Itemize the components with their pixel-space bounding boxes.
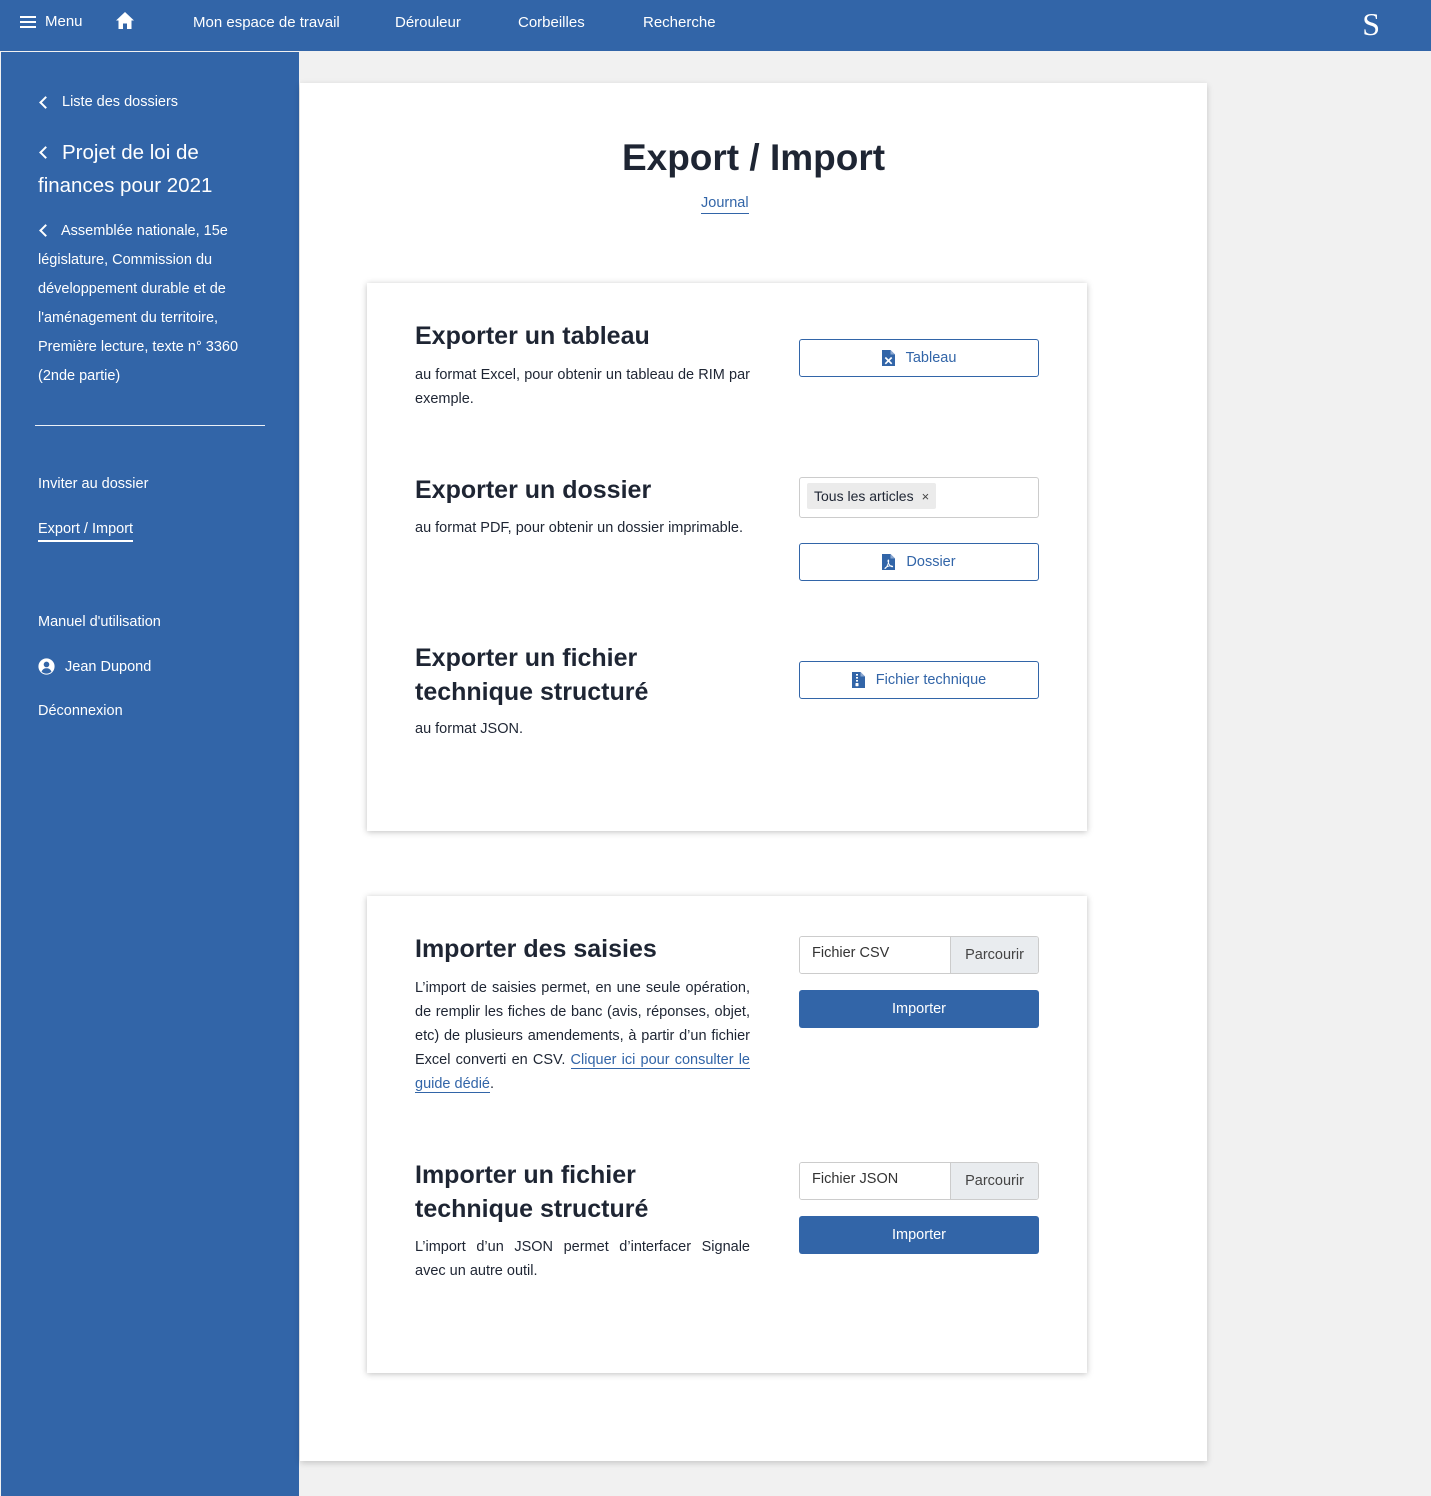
back-to-list-link[interactable]: Liste des dossiers bbox=[38, 94, 178, 110]
export-tech-text: au format JSON. bbox=[415, 721, 523, 737]
export-table-title: Exporter un tableau bbox=[415, 322, 650, 350]
chevron-left-icon bbox=[39, 145, 52, 159]
export-tech-title: Exporter un fichier technique structuré bbox=[415, 644, 649, 706]
articles-select[interactable]: Tous les articles × bbox=[799, 477, 1039, 518]
home-icon[interactable] bbox=[115, 11, 135, 31]
export-dossier-title: Exporter un dossier bbox=[415, 476, 652, 504]
file-pdf-icon bbox=[882, 554, 896, 570]
nav-derouleur[interactable]: Dérouleur bbox=[395, 14, 461, 31]
nav-mon-espace[interactable]: Mon espace de travail bbox=[193, 14, 340, 31]
import-saisies-text: L’import de saisies permet, en une seule… bbox=[415, 976, 750, 1096]
nav-recherche[interactable]: Recherche bbox=[643, 14, 716, 31]
main-content: Export / Import Journal Exporter un tabl… bbox=[300, 83, 1207, 1461]
chevron-left-icon bbox=[39, 95, 52, 109]
logout-link[interactable]: Déconnexion bbox=[38, 703, 123, 719]
chevron-left-icon bbox=[39, 223, 52, 237]
manual-link[interactable]: Manuel d'utilisation bbox=[38, 614, 161, 630]
export-table-button-label: Tableau bbox=[905, 350, 957, 366]
export-dossier-button-label: Dossier bbox=[906, 554, 956, 570]
top-navbar: Menu Mon espace de travail Dérouleur Cor… bbox=[0, 0, 1431, 51]
file-excel-icon bbox=[881, 350, 895, 366]
hamburger-icon bbox=[20, 15, 36, 28]
export-table-text: au format Excel, pour obtenir un tableau… bbox=[415, 367, 750, 407]
export-panel: Exporter un tableau au format Excel, pou… bbox=[367, 283, 1087, 831]
dossier-title-link[interactable]: Projet de loi de finances pour 2021 bbox=[38, 136, 268, 202]
import-tech-text: L’import d’un JSON permet d’interfacer S… bbox=[415, 1239, 750, 1279]
journal-link[interactable]: Journal bbox=[701, 195, 749, 214]
csv-browse-button[interactable]: Parcourir bbox=[950, 937, 1038, 973]
user-name: Jean Dupond bbox=[65, 658, 152, 675]
invite-link[interactable]: Inviter au dossier bbox=[38, 476, 148, 492]
dossier-title: Projet de loi de finances pour 2021 bbox=[38, 141, 213, 197]
import-tech-title: Importer un fichier technique structuré bbox=[415, 1161, 649, 1223]
csv-file-placeholder[interactable]: Fichier CSV bbox=[800, 937, 950, 973]
import-panel: Importer des saisies L’import de saisies… bbox=[367, 896, 1087, 1373]
user-circle-icon bbox=[38, 658, 55, 675]
export-import-link[interactable]: Export / Import bbox=[38, 521, 134, 542]
import-saisies-button[interactable]: Importer bbox=[799, 990, 1039, 1028]
chip-remove-icon[interactable]: × bbox=[922, 489, 930, 504]
import-saisies-title: Importer des saisies bbox=[415, 935, 657, 963]
menu-label: Menu bbox=[45, 13, 83, 30]
page-title: Export / Import bbox=[621, 137, 886, 178]
app-logo[interactable]: S bbox=[1362, 6, 1380, 42]
import-tech-button[interactable]: Importer bbox=[799, 1216, 1039, 1254]
json-file-placeholder[interactable]: Fichier JSON bbox=[800, 1163, 950, 1199]
guide-link-suffix: . bbox=[490, 1076, 495, 1092]
export-table-button[interactable]: Tableau bbox=[799, 339, 1039, 377]
export-dossier-button[interactable]: Dossier bbox=[799, 543, 1039, 581]
export-dossier-text: au format PDF, pour obtenir un dossier i… bbox=[415, 520, 744, 536]
csv-file-input[interactable]: Fichier CSV Parcourir bbox=[799, 936, 1039, 974]
json-browse-button[interactable]: Parcourir bbox=[950, 1163, 1038, 1199]
export-tech-button[interactable]: Fichier technique bbox=[799, 661, 1039, 699]
user-profile-link[interactable]: Jean Dupond bbox=[38, 658, 151, 675]
export-tech-button-label: Fichier technique bbox=[875, 672, 987, 688]
dossier-context-link[interactable]: Assemblée nationale, 15e législature, Co… bbox=[38, 217, 273, 391]
chip-label: Tous les articles bbox=[814, 488, 914, 504]
menu-button[interactable]: Menu bbox=[20, 13, 83, 30]
sidebar: Liste des dossiers Projet de loi de fina… bbox=[1, 52, 299, 1496]
selected-articles-chip: Tous les articles × bbox=[807, 483, 937, 509]
back-to-list-label: Liste des dossiers bbox=[62, 94, 179, 110]
dossier-context: Assemblée nationale, 15e législature, Co… bbox=[38, 223, 239, 384]
sidebar-divider bbox=[35, 425, 265, 426]
json-file-input[interactable]: Fichier JSON Parcourir bbox=[799, 1162, 1039, 1200]
file-code-icon bbox=[851, 672, 865, 688]
nav-corbeilles[interactable]: Corbeilles bbox=[518, 14, 585, 31]
